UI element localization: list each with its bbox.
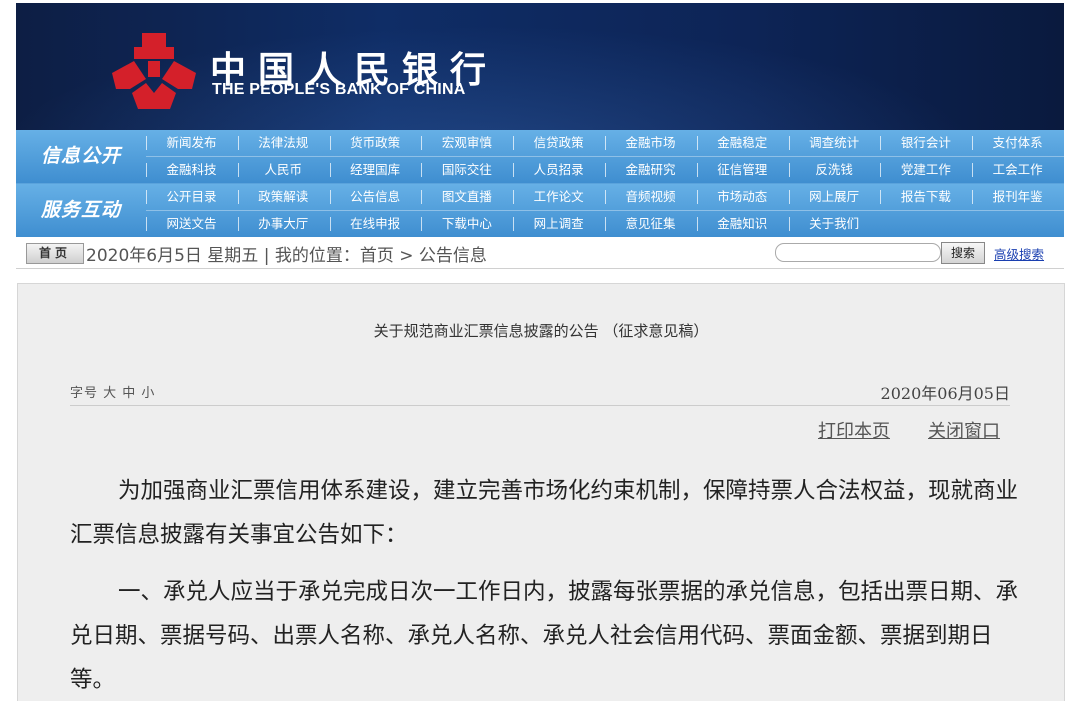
nav-item[interactable]: 经理国库 <box>329 157 421 183</box>
nav-item[interactable]: 网送文告 <box>146 211 237 237</box>
nav-item[interactable]: 人民币 <box>237 157 329 183</box>
pboc-emblem-icon[interactable] <box>112 33 196 109</box>
nav-item[interactable]: 金融科技 <box>146 157 237 183</box>
nav-item[interactable]: 金融稳定 <box>696 130 788 156</box>
nav-group-label[interactable]: 服务互动 <box>16 184 146 237</box>
search-input[interactable] <box>775 243 941 262</box>
print-page-link[interactable]: 打印本页 <box>818 417 890 443</box>
breadcrumb-bar: 首页 2020年6月5日 星期五 | 我的位置：首页 > 公告信息 搜索 高级搜… <box>16 237 1064 269</box>
nav-item[interactable]: 公开目录 <box>146 184 237 210</box>
article-panel: 关于规范商业汇票信息披露的公告 （征求意见稿） 字号 大 中 小 2020年06… <box>17 283 1065 701</box>
nav-item[interactable]: 货币政策 <box>329 130 421 156</box>
nav-item[interactable]: 反洗钱 <box>788 157 880 183</box>
nav-item[interactable]: 金融知识 <box>696 211 788 237</box>
search-button[interactable]: 搜索 <box>941 242 985 264</box>
main-navigation: 信息公开 新闻发布 法律法规 货币政策 宏观审慎 信贷政策 金融市场 金融稳定 … <box>16 130 1064 237</box>
nav-item[interactable]: 支付体系 <box>972 130 1063 156</box>
font-size-selector[interactable]: 字号 大 中 小 <box>70 382 155 401</box>
nav-item[interactable]: 报告下载 <box>880 184 971 210</box>
nav-item[interactable]: 公告信息 <box>329 184 421 210</box>
divider <box>70 405 1010 406</box>
article-paragraph: 为加强商业汇票信用体系建设，建立完善市场化约束机制，保障持票人合法权益，现就商业… <box>70 478 1019 548</box>
nav-item[interactable]: 人员招录 <box>513 157 604 183</box>
nav-item[interactable]: 国际交往 <box>421 157 512 183</box>
nav-item[interactable]: 金融研究 <box>605 157 696 183</box>
close-window-link[interactable]: 关闭窗口 <box>928 417 1000 443</box>
nav-item[interactable]: 党建工作 <box>880 157 971 183</box>
nav-item[interactable]: 意见征集 <box>605 211 696 237</box>
nav-group-label[interactable]: 信息公开 <box>16 130 146 183</box>
home-button[interactable]: 首页 <box>26 243 84 264</box>
breadcrumb: 2020年6月5日 星期五 | 我的位置：首页 > 公告信息 <box>86 246 487 266</box>
article-date: 2020年06月05日 <box>880 384 1010 403</box>
nav-item[interactable]: 政策解读 <box>237 184 329 210</box>
nav-item[interactable]: 银行会计 <box>880 130 971 156</box>
nav-item[interactable]: 图文直播 <box>421 184 512 210</box>
advanced-search-link[interactable]: 高级搜索 <box>994 244 1044 263</box>
nav-item[interactable]: 调查统计 <box>788 130 880 156</box>
nav-item[interactable]: 征信管理 <box>696 157 788 183</box>
nav-group-service-interaction: 服务互动 公开目录 政策解读 公告信息 图文直播 工作论文 音频视频 市场动态 … <box>16 184 1064 237</box>
article-paragraph: 一、承兑人应当于承兑完成日次一工作日内，披露每张票据的承兑信息，包括出票日期、承… <box>70 579 1019 693</box>
nav-item[interactable]: 在线申报 <box>329 211 421 237</box>
nav-item[interactable]: 宏观审慎 <box>421 130 512 156</box>
nav-item[interactable]: 新闻发布 <box>146 130 237 156</box>
nav-item[interactable]: 网上调查 <box>513 211 604 237</box>
article-title: 关于规范商业汇票信息披露的公告 （征求意见稿） <box>373 322 709 340</box>
nav-group-info-disclosure: 信息公开 新闻发布 法律法规 货币政策 宏观审慎 信贷政策 金融市场 金融稳定 … <box>16 130 1064 183</box>
nav-item[interactable]: 市场动态 <box>696 184 788 210</box>
nav-item[interactable]: 关于我们 <box>788 211 880 237</box>
nav-item[interactable]: 报刊年鉴 <box>972 184 1063 210</box>
site-title-en: THE PEOPLE'S BANK OF CHINA <box>212 81 466 98</box>
nav-item[interactable]: 下载中心 <box>421 211 512 237</box>
nav-item[interactable]: 金融市场 <box>605 130 696 156</box>
nav-item[interactable]: 办事大厅 <box>237 211 329 237</box>
nav-item[interactable]: 音频视频 <box>605 184 696 210</box>
nav-item[interactable]: 法律法规 <box>237 130 329 156</box>
page: 中国人民银行 THE PEOPLE'S BANK OF CHINA 信息公开 新… <box>0 0 1080 701</box>
nav-item[interactable]: 信贷政策 <box>513 130 604 156</box>
nav-item[interactable]: 工作论文 <box>513 184 604 210</box>
nav-item[interactable]: 工会工作 <box>972 157 1063 183</box>
nav-item[interactable]: 网上展厅 <box>788 184 880 210</box>
site-header-banner: 中国人民银行 THE PEOPLE'S BANK OF CHINA <box>16 3 1064 130</box>
